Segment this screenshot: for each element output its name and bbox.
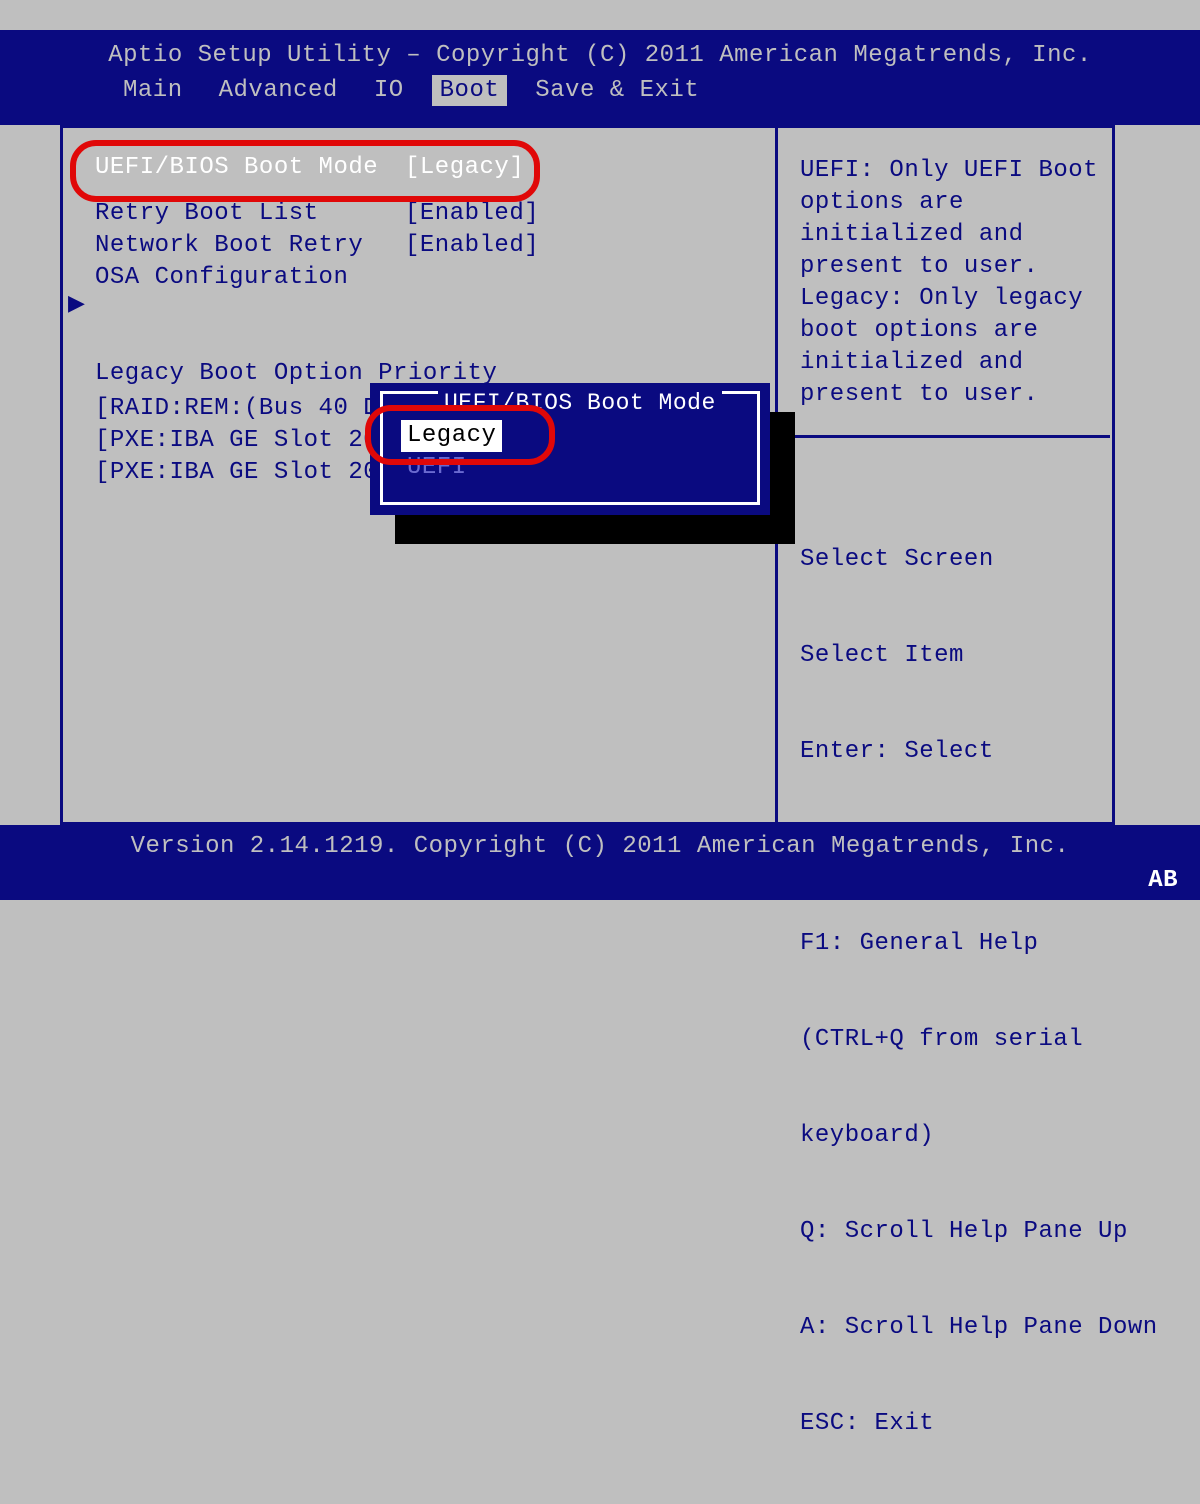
key-legend: Select Screen Select Item Enter: Select … bbox=[800, 480, 1110, 1504]
priority-item-0[interactable]: [RAID:REM:(Bus 40 Dev bbox=[95, 392, 408, 424]
setting-retry-boot-list[interactable]: Retry Boot List [Enabled] bbox=[95, 197, 750, 229]
popup-options: Legacy UEFI bbox=[401, 420, 502, 484]
right-panel-divider bbox=[780, 435, 1110, 438]
setting-label: Retry Boot List bbox=[95, 200, 405, 227]
key-select-screen: Select Screen bbox=[800, 544, 1110, 576]
tab-row: Main Advanced IO Boot Save & Exit bbox=[0, 75, 1200, 106]
priority-item-1[interactable]: [PXE:IBA GE Slot 2000 bbox=[95, 424, 408, 456]
key-enter: Enter: Select bbox=[800, 736, 1110, 768]
header-bar: Aptio Setup Utility – Copyright (C) 2011… bbox=[0, 30, 1200, 125]
key-select-item: Select Item bbox=[800, 640, 1110, 672]
tab-boot[interactable]: Boot bbox=[432, 75, 508, 106]
setting-label: OSA Configuration bbox=[95, 264, 405, 291]
setting-label: Network Boot Retry bbox=[95, 232, 405, 259]
tab-advanced[interactable]: Advanced bbox=[211, 75, 346, 106]
setting-osa-configuration[interactable]: OSA Configuration bbox=[95, 261, 750, 293]
setting-label: UEFI/BIOS Boot Mode bbox=[95, 154, 405, 181]
tab-io[interactable]: IO bbox=[366, 75, 412, 106]
setting-boot-mode[interactable]: UEFI/BIOS Boot Mode [Legacy] bbox=[95, 151, 750, 183]
bios-screen: Aptio Setup Utility – Copyright (C) 2011… bbox=[0, 30, 1200, 900]
setting-value: [Legacy] bbox=[405, 154, 524, 181]
setting-value: [Enabled] bbox=[405, 200, 539, 227]
body-area: UEFI/BIOS Boot Mode [Legacy] Retry Boot … bbox=[0, 125, 1200, 825]
popup-option-uefi[interactable]: UEFI bbox=[401, 452, 502, 484]
key-esc: ESC: Exit bbox=[800, 1408, 1110, 1440]
tab-save-exit[interactable]: Save & Exit bbox=[527, 75, 707, 106]
boot-mode-popup: UEFI/BIOS Boot Mode Legacy UEFI bbox=[370, 383, 770, 515]
tab-main[interactable]: Main bbox=[115, 75, 191, 106]
key-scroll-up: Q: Scroll Help Pane Up bbox=[800, 1216, 1110, 1248]
submenu-arrow-icon: ▶ bbox=[68, 291, 85, 317]
popup-title: UEFI/BIOS Boot Mode bbox=[438, 390, 722, 416]
boot-priority-list: [RAID:REM:(Bus 40 Dev [PXE:IBA GE Slot 2… bbox=[95, 392, 408, 488]
key-general-help: F1: General Help bbox=[800, 928, 1110, 960]
utility-title: Aptio Setup Utility – Copyright (C) 2011… bbox=[0, 42, 1200, 69]
setting-network-boot-retry[interactable]: Network Boot Retry [Enabled] bbox=[95, 229, 750, 261]
setting-value: [Enabled] bbox=[405, 232, 539, 259]
help-text: UEFI: Only UEFI Boot options are initial… bbox=[800, 155, 1100, 411]
key-ctrl-q-1: (CTRL+Q from serial bbox=[800, 1024, 1110, 1056]
popup-inner-border: UEFI/BIOS Boot Mode Legacy UEFI bbox=[380, 391, 760, 505]
priority-item-2[interactable]: [PXE:IBA GE Slot 2001 bbox=[95, 456, 408, 488]
footer-bar: Version 2.14.1219. Copyright (C) 2011 Am… bbox=[0, 825, 1200, 900]
footer-text: Version 2.14.1219. Copyright (C) 2011 Am… bbox=[131, 833, 1070, 860]
key-ctrl-q-2: keyboard) bbox=[800, 1120, 1110, 1152]
popup-option-legacy[interactable]: Legacy bbox=[401, 420, 502, 452]
footer-badge: AB bbox=[1148, 867, 1178, 894]
boot-settings: UEFI/BIOS Boot Mode [Legacy] Retry Boot … bbox=[95, 151, 750, 293]
key-scroll-down: A: Scroll Help Pane Down bbox=[800, 1312, 1110, 1344]
